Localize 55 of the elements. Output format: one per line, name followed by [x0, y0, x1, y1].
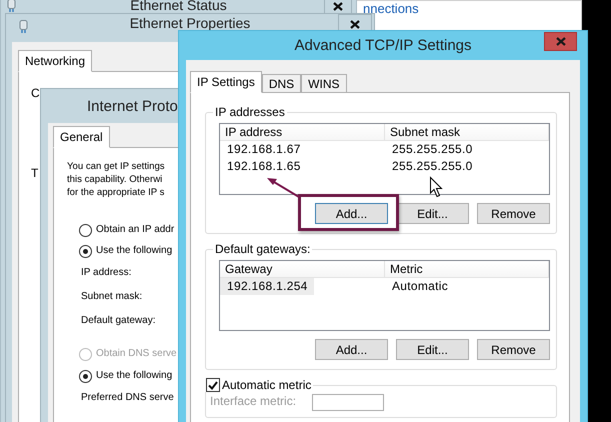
dialog-button[interactable]: Add... — [315, 339, 388, 360]
radio-label: Obtain DNS serve — [96, 348, 177, 359]
list-cell[interactable]: 192.168.1.67 — [220, 141, 307, 158]
close-icon — [350, 20, 360, 28]
tab[interactable]: IP Settings — [190, 71, 262, 93]
checkbox[interactable] — [206, 378, 220, 392]
column-header[interactable]: IP address — [220, 124, 385, 141]
tab[interactable]: DNS — [262, 74, 302, 93]
field-label: IP address: — [81, 267, 132, 278]
arrow-drawing — [266, 177, 300, 199]
tab[interactable]: General — [53, 126, 110, 148]
radio-label: Use the following — [96, 370, 172, 381]
list-cell[interactable]: 255.255.255.0 — [385, 158, 479, 175]
window-title: Internet Proto — [87, 98, 178, 114]
field-label: Preferred DNS serve — [81, 392, 174, 403]
close-icon — [556, 37, 566, 46]
label: C — [31, 86, 40, 100]
label: T — [31, 166, 38, 180]
list-cell[interactable]: 192.168.1.65 — [220, 158, 307, 175]
group-label: Default gateways: — [215, 242, 310, 256]
list-cell[interactable]: Automatic — [385, 278, 454, 295]
radio-label: Obtain an IP addr — [96, 224, 174, 235]
radio-button[interactable] — [79, 370, 92, 383]
window-title: Ethernet Properties — [130, 15, 250, 31]
network-adapter-icon — [7, 0, 16, 13]
list-cell[interactable]: 192.168.1.254 — [220, 278, 314, 295]
column-header[interactable]: Metric — [385, 261, 549, 278]
list-box[interactable]: IP address Subnet mask 192.168.1.67 255.255.255.0 192.168.1.65 255.255.255.0 — [219, 123, 550, 195]
column-header[interactable]: Subnet mask — [385, 124, 549, 141]
close-icon — [333, 2, 343, 10]
window-title: Ethernet Status — [130, 0, 227, 13]
radio-button[interactable] — [79, 245, 92, 258]
dialog-button[interactable]: Remove — [477, 203, 550, 224]
field-label: Interface metric: — [210, 394, 296, 408]
link[interactable]: nnections — [363, 1, 419, 16]
checkmark-icon — [208, 380, 218, 390]
mouse-pointer-icon — [430, 177, 443, 198]
field-label: Default gateway: — [81, 315, 156, 326]
dialog-button[interactable]: Edit... — [396, 203, 469, 224]
description: You can get IP settings this capability. Otherwi for the appropriate IP s — [67, 160, 165, 199]
list-cell[interactable]: 255.255.255.0 — [385, 141, 479, 158]
tab[interactable]: WINS — [301, 74, 347, 93]
network-adapter-icon — [19, 20, 28, 34]
column-header[interactable]: Gateway — [220, 261, 385, 278]
window-title: Advanced TCP/IP Settings — [294, 37, 472, 54]
checkbox-label: Automatic metric — [222, 378, 312, 392]
dialog-button[interactable]: Remove — [477, 339, 550, 360]
list-box[interactable]: Gateway Metric 192.168.1.254 Automatic — [219, 260, 550, 331]
group-label: IP addresses — [215, 105, 285, 119]
field-label: Subnet mask: — [81, 291, 142, 302]
dialog-button[interactable]: Edit... — [396, 339, 469, 360]
radio-label: Use the following — [96, 245, 172, 256]
radio-button[interactable] — [79, 224, 92, 237]
tab[interactable]: Networking — [18, 50, 92, 72]
dialog-button[interactable]: Add... — [315, 203, 388, 224]
